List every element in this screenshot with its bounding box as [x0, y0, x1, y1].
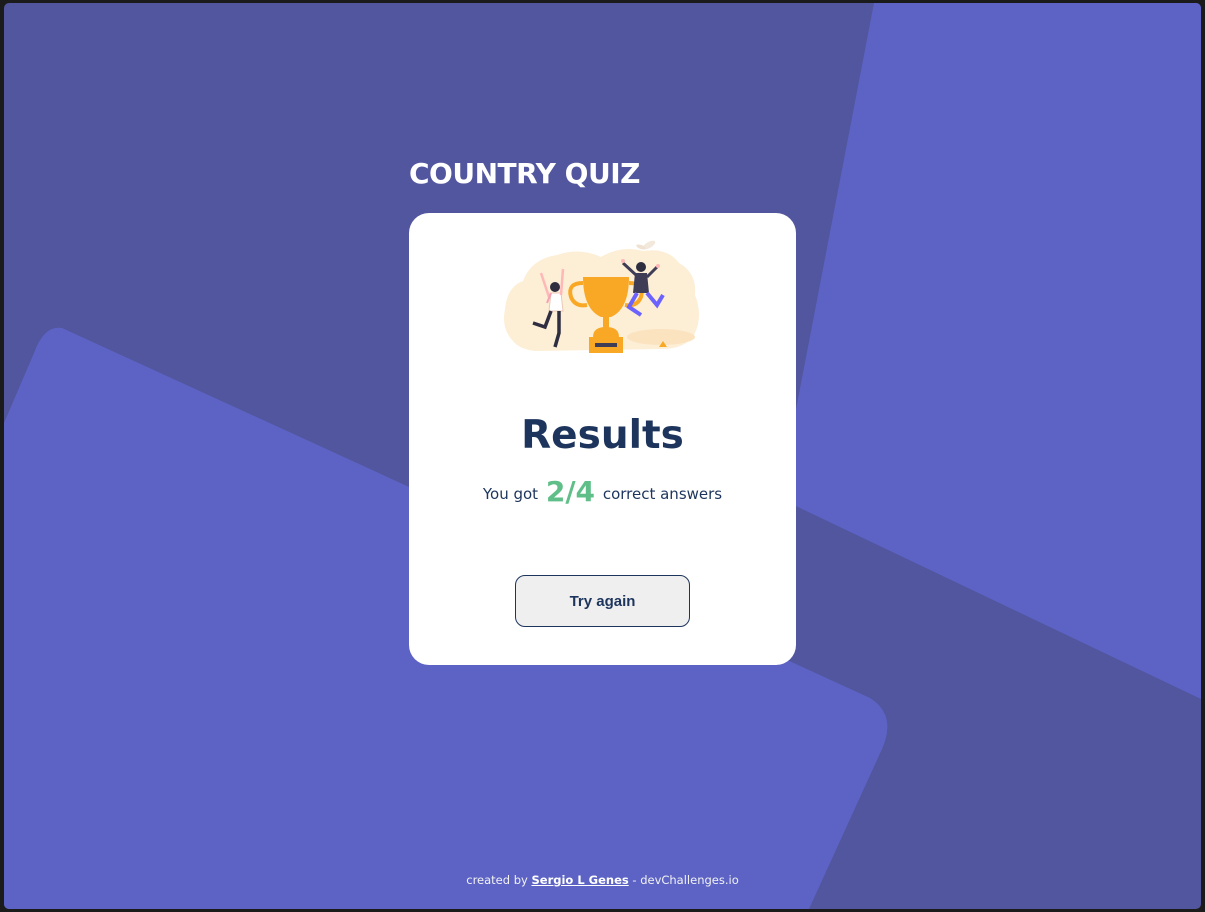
winners-trophy-illustration-icon — [504, 240, 699, 353]
score-value: 2/4 — [545, 475, 596, 508]
footer-prefix: created by — [466, 873, 528, 887]
footer-site: devChallenges.io — [640, 873, 739, 887]
try-again-button[interactable]: Try again — [515, 575, 690, 627]
score-suffix: correct answers — [602, 485, 723, 503]
score-prefix: You got — [482, 485, 539, 503]
score-summary: You got 2/4 correct answers — [409, 475, 796, 508]
results-card: Results You got 2/4 correct answers Try … — [409, 213, 796, 665]
results-title: Results — [521, 413, 684, 458]
footer-separator: - — [628, 873, 641, 887]
page-background: COUNTRY QUIZ Results You got 2/4 correct… — [4, 3, 1201, 909]
background-shape-top-right — [779, 3, 1201, 699]
app-title: COUNTRY QUIZ — [409, 157, 640, 190]
author-link[interactable]: Sergio L Genes — [531, 873, 628, 887]
footer: created by Sergio L Genes - devChallenge… — [4, 873, 1201, 887]
